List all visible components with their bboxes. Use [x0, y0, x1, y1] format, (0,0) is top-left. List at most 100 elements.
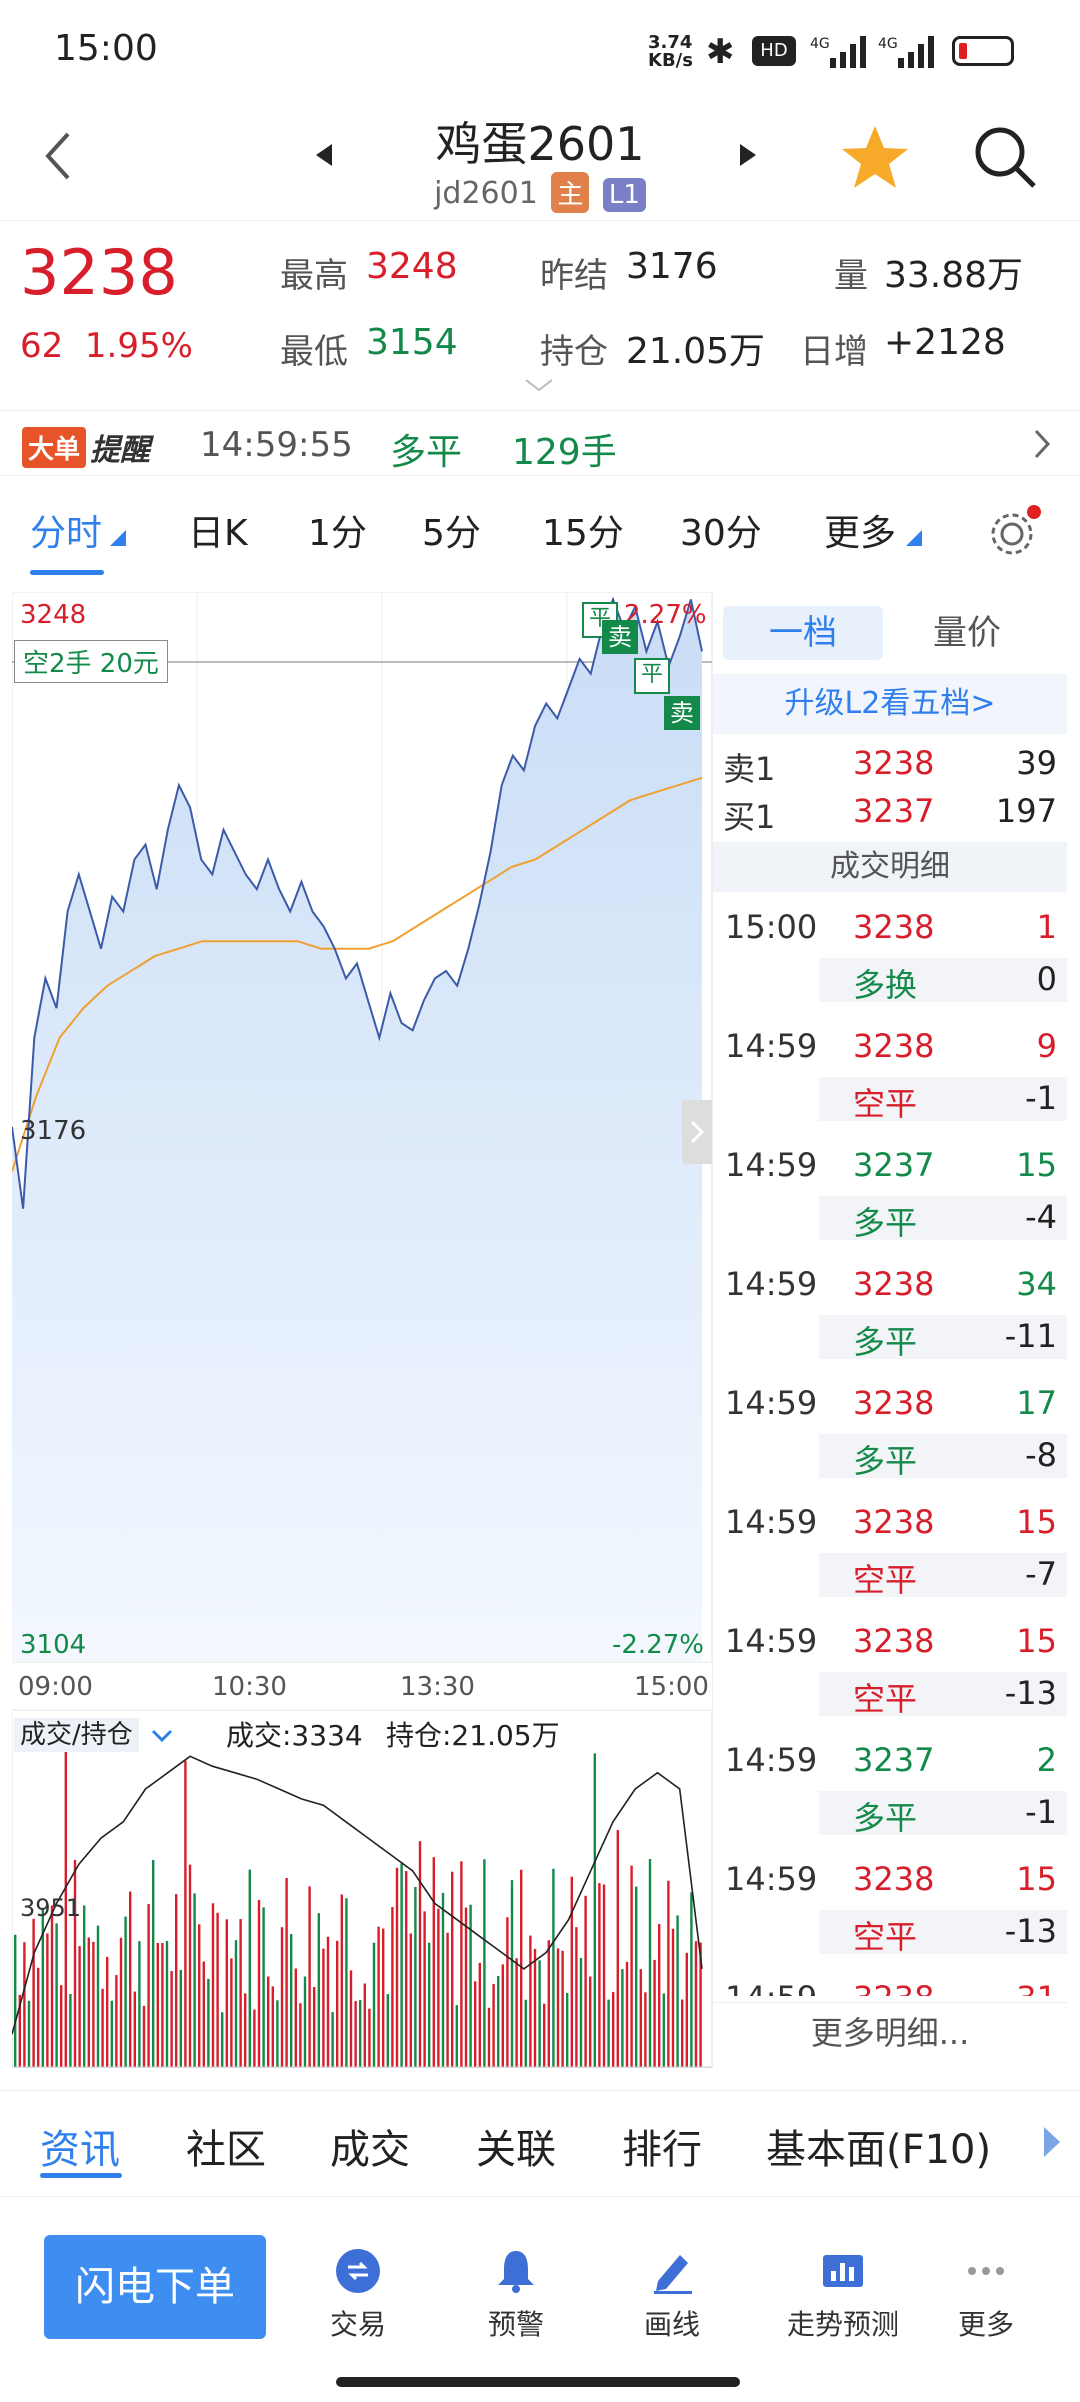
volume-bar	[543, 2003, 546, 2067]
tab-news[interactable]: 资讯	[40, 2117, 120, 2175]
volume-bar	[363, 1983, 366, 2067]
upgrade-l2-link[interactable]: 升级L2看五档>	[713, 674, 1067, 734]
time-tick: 09:00	[18, 1672, 93, 1702]
svg-text:4G: 4G	[810, 36, 830, 52]
volume-bar	[55, 1923, 58, 2067]
tab-more[interactable]: 更多	[824, 504, 896, 556]
toolbar-forecast[interactable]: 走势预测	[768, 2247, 918, 2343]
volume-bar	[690, 1892, 693, 2067]
volume-bar	[340, 1894, 343, 2067]
volume-bar	[446, 1932, 449, 2067]
tab-day-k[interactable]: 日K	[188, 504, 248, 556]
volume-bar	[428, 1942, 431, 2067]
search-icon[interactable]	[972, 124, 1038, 194]
volume-bar	[556, 1948, 560, 2067]
volume-bar	[280, 1927, 284, 2067]
expand-chevron-icon[interactable]	[524, 378, 554, 398]
volume-bar	[478, 1962, 481, 2067]
volume-bar	[464, 1907, 468, 2067]
tab-fundamentals[interactable]: 基本面(F10)	[766, 2117, 991, 2175]
volume-bar	[579, 1958, 583, 2067]
toolbar-draw[interactable]: 画线	[612, 2247, 732, 2343]
tab-community[interactable]: 社区	[186, 2117, 266, 2175]
expand-panel-handle[interactable]	[682, 1100, 712, 1164]
volume-bar	[119, 1937, 123, 2067]
trade-time: 15:00	[725, 908, 818, 946]
high-label: 最高	[280, 256, 348, 296]
trade-row: 14:59 3238 31	[713, 1969, 1067, 1996]
tab-level1[interactable]: 一档	[723, 606, 883, 660]
trade-row: 14:59 3238 34 多平 -11	[713, 1255, 1067, 1374]
volume-bar	[336, 1940, 339, 2067]
tab-5min[interactable]: 5分	[422, 504, 481, 556]
trade-detail-list[interactable]: 15:00 3238 1 多换 0 14:59 3238 9 空平 -1 14:59 3237 15 多平…	[713, 898, 1067, 1996]
volume-bar	[96, 1925, 100, 2067]
sub-chart-selector[interactable]: 成交/持仓	[14, 1714, 173, 1752]
sub-oi-label: 持仓:21.05万	[386, 1719, 560, 1752]
volume-bar	[538, 1960, 541, 2067]
trade-type: 空平	[853, 1561, 918, 1599]
trade-marker-close[interactable]: 平	[634, 658, 670, 694]
more-detail-link[interactable]: 更多明细...	[713, 2002, 1067, 2063]
volume-bar	[635, 1886, 638, 2067]
trade-marker-sell[interactable]: 卖	[602, 620, 638, 654]
tab-1min[interactable]: 1分	[308, 504, 367, 556]
trade-row: 14:59 3238 17 多平 -8	[713, 1374, 1067, 1493]
next-contract-icon[interactable]	[736, 140, 760, 174]
tab-deals[interactable]: 成交	[330, 2117, 410, 2175]
toolbar-more-label: 更多	[957, 2308, 1014, 2341]
volume-bar	[607, 1999, 610, 2067]
tab-30min[interactable]: 30分	[680, 504, 762, 556]
volume-bar	[382, 1928, 385, 2067]
big-order-alert[interactable]: 大单 提醒 14:59:55 多平 129手	[0, 410, 1080, 476]
scroll-right-icon[interactable]	[1040, 2125, 1064, 2159]
volume-bar	[506, 1917, 509, 2067]
change-percent: 1.95%	[84, 326, 193, 366]
volume-bar	[584, 1895, 587, 2067]
volume-bar	[625, 1961, 629, 2067]
daily-inc-label: 日增	[800, 332, 868, 372]
favorite-star-icon[interactable]	[840, 122, 910, 196]
trade-qty: 15	[1016, 1146, 1057, 1184]
trade-row: 14:59 3237 2 多平 -1	[713, 1731, 1067, 1850]
trade-row: 14:59 3238 15 空平 -13	[713, 1612, 1067, 1731]
trade-qty: 9	[1036, 1027, 1057, 1065]
badge-l1: L1	[602, 178, 646, 212]
volume-bar	[662, 1993, 665, 2067]
volume-bar	[368, 2008, 371, 2067]
tab-related[interactable]: 关联	[476, 2117, 556, 2175]
volume-bar	[533, 1948, 537, 2067]
toolbar-more[interactable]: 更多	[926, 2247, 1046, 2343]
volume-bar	[575, 1927, 578, 2067]
settings-gear-icon[interactable]	[986, 504, 1042, 560]
volume-bar	[73, 1859, 77, 2067]
position-tag[interactable]: 空2手 20元	[14, 640, 168, 683]
info-tabs: 资讯 社区 成交 关联 排行 基本面(F10)	[0, 2090, 1080, 2191]
tab-15min[interactable]: 15分	[542, 504, 624, 556]
trade-row: 15:00 3238 1 多换 0	[713, 898, 1067, 1017]
trade-oi: -7	[1025, 1555, 1057, 1593]
time-tick: 13:30	[400, 1672, 475, 1702]
volume-bar	[14, 1934, 17, 2067]
volume-bar	[391, 1907, 394, 2067]
volume-bar	[602, 1884, 606, 2067]
tab-timeshare[interactable]: 分时	[30, 504, 102, 556]
volume-bar	[345, 1898, 348, 2067]
flash-order-button[interactable]: 闪电下单	[44, 2235, 266, 2339]
intraday-chart[interactable]: 3248 2.27% 空2手 20元 3176 3104 -2.27% 09:0…	[11, 591, 713, 2069]
trade-oi: -8	[1025, 1436, 1057, 1474]
volume-bar	[510, 1880, 514, 2067]
volume-bar	[211, 1903, 215, 2067]
chart-svg	[11, 591, 713, 2069]
volume-bar	[455, 2005, 458, 2067]
tab-ranking[interactable]: 排行	[622, 2117, 702, 2175]
toolbar-alert[interactable]: 预警	[456, 2247, 576, 2343]
status-time: 15:00	[54, 28, 158, 69]
volume-bar	[653, 1959, 656, 2067]
tab-volume-price[interactable]: 量价	[933, 606, 1001, 660]
chart-tabs: 分时 日K 1分 5分 15分 30分 更多	[0, 504, 1080, 564]
toolbar-trade[interactable]: 交易	[298, 2247, 418, 2343]
trade-marker-sell[interactable]: 卖	[664, 696, 700, 730]
volume-bar	[487, 2007, 491, 2067]
trade-price: 3238	[853, 1979, 934, 1996]
